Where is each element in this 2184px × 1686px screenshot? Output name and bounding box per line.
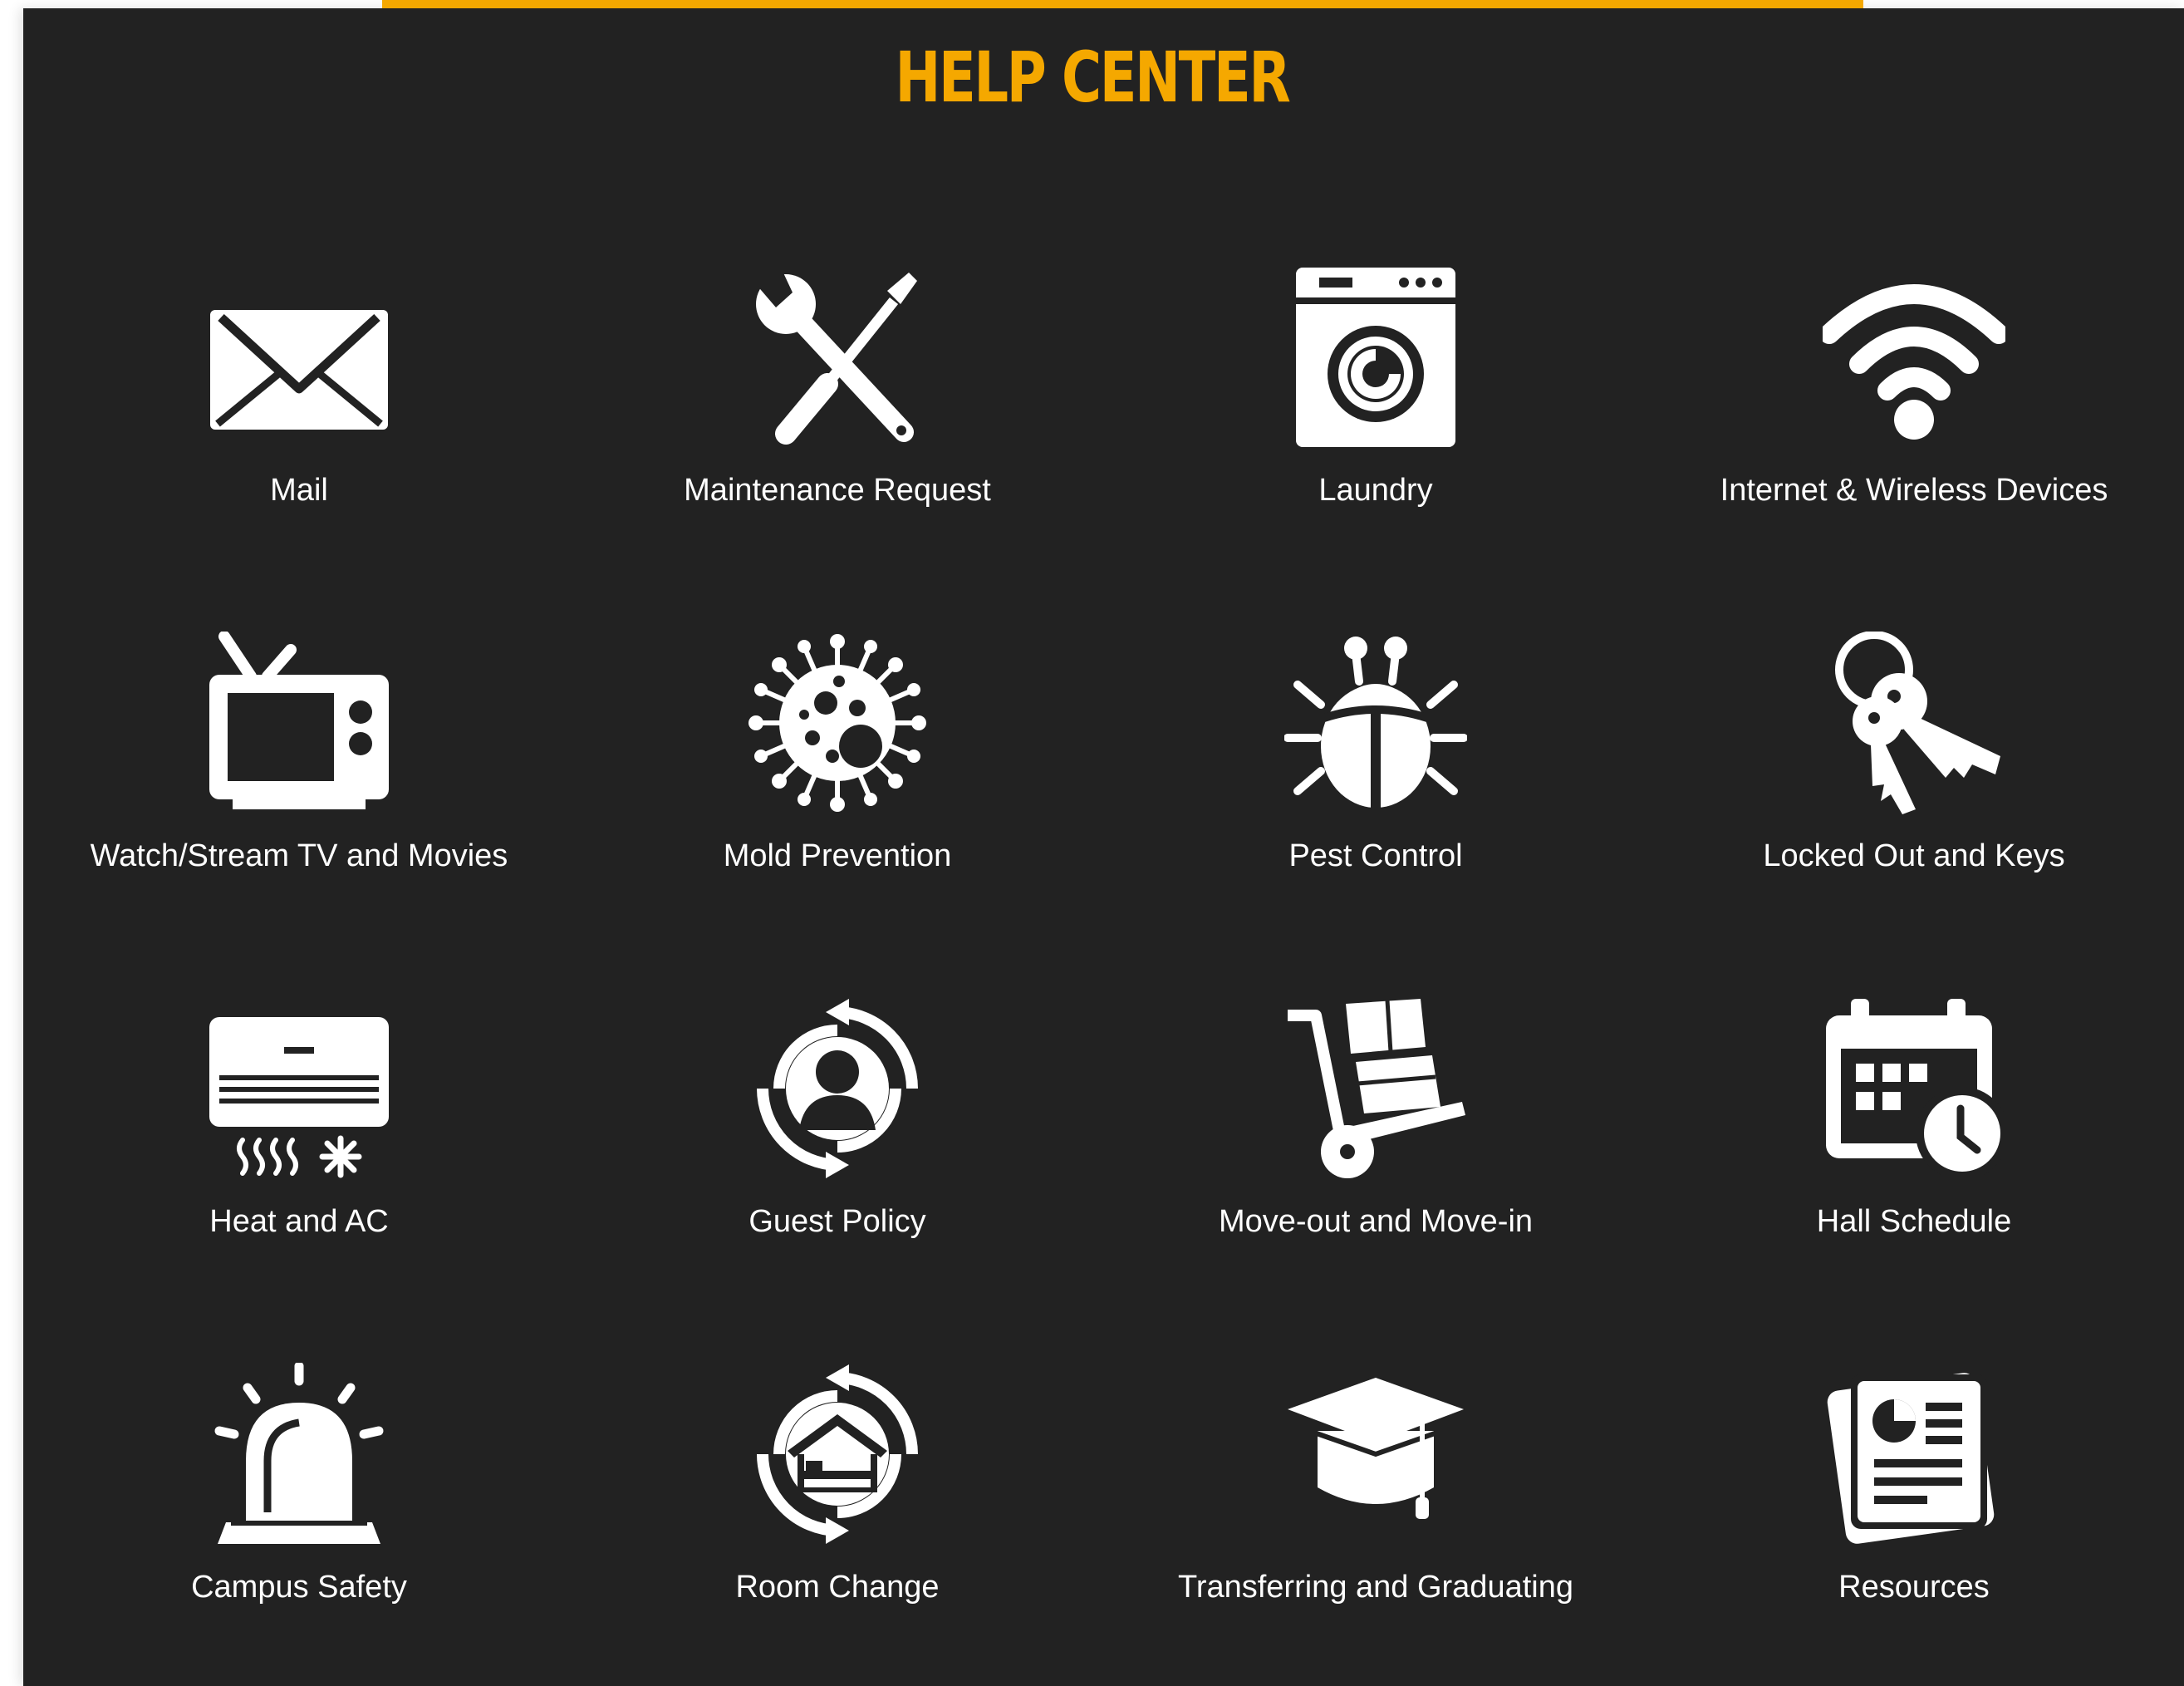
help-item-maintenance-request[interactable]: Maintenance Request (568, 249, 1107, 565)
guest-icon (746, 997, 929, 1180)
siren-icon (208, 1363, 390, 1546)
graduation-cap-icon (1284, 1363, 1467, 1546)
room-change-icon (746, 1363, 929, 1546)
help-item-label: Mail (270, 473, 328, 508)
help-item-label: Transferring and Graduating (1178, 1570, 1573, 1605)
help-item-pest-control[interactable]: Pest Control (1107, 615, 1645, 931)
help-item-label: Heat and AC (209, 1204, 389, 1239)
calendar-clock-icon (1823, 997, 2005, 1180)
help-item-label: Hall Schedule (1816, 1204, 2012, 1239)
tools-icon (746, 266, 929, 449)
air-conditioner-icon (208, 997, 390, 1180)
washing-machine-icon (1284, 266, 1467, 449)
help-item-mold-prevention[interactable]: Mold Prevention (568, 615, 1107, 931)
help-item-label: Resources (1838, 1570, 1990, 1605)
hand-truck-icon (1284, 997, 1467, 1180)
help-item-locked-out-keys[interactable]: Locked Out and Keys (1645, 615, 2183, 931)
help-item-laundry[interactable]: Laundry (1107, 249, 1645, 565)
help-item-watch-stream[interactable]: Watch/Stream TV and Movies (30, 615, 568, 931)
bug-icon (1284, 632, 1467, 814)
help-item-label: Pest Control (1288, 838, 1463, 873)
help-item-label: Watch/Stream TV and Movies (90, 838, 508, 873)
help-item-move-out-move-in[interactable]: Move-out and Move-in (1107, 981, 1645, 1296)
help-item-hall-schedule[interactable]: Hall Schedule (1645, 981, 2183, 1296)
help-item-campus-safety[interactable]: Campus Safety (30, 1346, 568, 1662)
help-item-label: Move-out and Move-in (1218, 1204, 1534, 1239)
accent-bar (382, 0, 1863, 8)
wifi-icon (1823, 266, 2005, 449)
help-item-label: Internet & Wireless Devices (1720, 473, 2108, 508)
help-item-resources[interactable]: Resources (1645, 1346, 2183, 1662)
page-title: HELP CENTER (895, 37, 1290, 118)
mold-icon (746, 632, 929, 814)
help-item-label: Room Change (735, 1570, 940, 1605)
help-item-mail[interactable]: Mail (30, 249, 568, 565)
help-item-label: Campus Safety (191, 1570, 407, 1605)
help-item-guest-policy[interactable]: Guest Policy (568, 981, 1107, 1296)
help-item-internet-wireless[interactable]: Internet & Wireless Devices (1645, 249, 2183, 565)
help-item-label: Mold Prevention (723, 838, 952, 873)
help-item-heat-and-ac[interactable]: Heat and AC (30, 981, 568, 1296)
help-item-transferring-graduating[interactable]: Transferring and Graduating (1107, 1346, 1645, 1662)
help-item-label: Laundry (1318, 473, 1433, 508)
mail-icon (208, 266, 390, 449)
help-item-label: Guest Policy (748, 1204, 926, 1239)
help-item-room-change[interactable]: Room Change (568, 1346, 1107, 1662)
help-item-label: Maintenance Request (684, 473, 991, 508)
keys-icon (1823, 632, 2005, 814)
documents-icon (1823, 1363, 2005, 1546)
tv-icon (208, 632, 390, 814)
help-item-label: Locked Out and Keys (1763, 838, 2065, 873)
